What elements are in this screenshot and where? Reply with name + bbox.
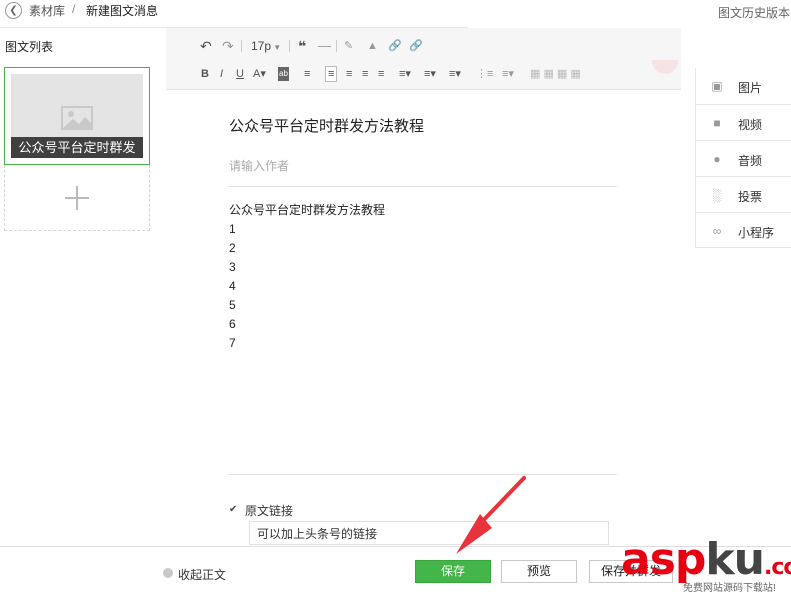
- body-line: 6: [229, 317, 236, 331]
- poll-icon: ░: [712, 188, 722, 202]
- insert-image-item[interactable]: ▣ 图片: [696, 68, 791, 104]
- aspku-watermark: aspku.com 免费网站源码下载站!: [621, 537, 791, 595]
- history-version-link[interactable]: 图文历史版本: [718, 4, 790, 21]
- insert-mini-program-item[interactable]: ∞ 小程序: [696, 212, 791, 248]
- back-button[interactable]: ❮: [5, 2, 22, 19]
- editor-window: { "breadcrumb": { "back_icon": "chevron-…: [0, 0, 791, 595]
- indent-icon[interactable]: ≡: [304, 67, 310, 81]
- bold-icon[interactable]: B: [201, 67, 209, 81]
- toolbar-divider: [289, 40, 290, 52]
- breadcrumb-separator: /: [72, 2, 76, 16]
- body-line: 4: [229, 279, 236, 293]
- body-line: 7: [229, 336, 236, 350]
- chevron-left-icon: ❮: [9, 5, 18, 16]
- collapse-icon[interactable]: [163, 568, 173, 578]
- line-height-icon[interactable]: ≡▾: [399, 67, 411, 81]
- insert-poll-item[interactable]: ░ 投票: [696, 176, 791, 212]
- image-icon: ▣: [711, 79, 723, 93]
- body-line: 2: [229, 241, 236, 255]
- undo-icon[interactable]: ↶: [200, 39, 212, 53]
- microphone-icon: ●: [713, 152, 721, 166]
- content-divider: [228, 474, 617, 475]
- background-color-icon[interactable]: ab: [278, 67, 289, 81]
- mini-program-icon: ∞: [712, 224, 722, 238]
- align-right-icon[interactable]: ≡: [362, 67, 368, 81]
- add-article-button[interactable]: [4, 165, 150, 231]
- body-line: 5: [229, 298, 236, 312]
- body-line: 公众号平台定时群发方法教程: [229, 203, 386, 217]
- body-line: 1: [229, 222, 236, 236]
- original-link-label: 原文链接: [245, 504, 294, 518]
- blockquote-icon[interactable]: ❝: [298, 39, 306, 53]
- breadcrumb-root[interactable]: 素材库: [29, 2, 65, 19]
- paragraph-spacing-icon[interactable]: ≡▾: [424, 67, 436, 81]
- insert-item-label: 投票: [738, 190, 763, 204]
- original-link-input[interactable]: [249, 521, 609, 545]
- font-size-dropdown[interactable]: 17p ▼: [251, 39, 281, 53]
- link-icon[interactable]: 🔗: [388, 39, 402, 53]
- underline-icon[interactable]: U: [236, 67, 244, 81]
- article-body[interactable]: 公众号平台定时群发方法教程 1 2 3 4 5 6 7: [229, 201, 385, 353]
- plus-icon: [65, 185, 89, 210]
- field-divider: [228, 186, 617, 187]
- justify-icon[interactable]: ≡: [378, 67, 384, 81]
- insert-video-item[interactable]: ■ 视频: [696, 104, 791, 140]
- format-painter-icon[interactable]: ✎: [344, 39, 353, 53]
- align-left-icon[interactable]: ≡: [325, 66, 338, 82]
- insert-item-label: 小程序: [738, 226, 775, 240]
- table-icon[interactable]: ▦ ▦ ▦ ▦: [530, 67, 581, 81]
- clear-format-icon[interactable]: ▲: [367, 39, 378, 53]
- insert-media-panel: ▣ 图片 ■ 视频 ● 音频 ░ 投票 ∞ 小程序: [695, 68, 791, 248]
- red-arrow-annotation: [456, 476, 526, 554]
- toolbar-divider: [241, 40, 242, 52]
- body-line: 3: [229, 260, 236, 274]
- italic-icon[interactable]: I: [220, 67, 223, 81]
- ordered-list-icon[interactable]: ⋮≡: [476, 67, 493, 81]
- insert-item-label: 视频: [738, 118, 763, 132]
- unordered-list-icon[interactable]: ≡▾: [502, 67, 514, 81]
- video-icon: ■: [713, 116, 721, 130]
- collapse-body-link[interactable]: 收起正文: [178, 566, 226, 583]
- insert-audio-item[interactable]: ● 音频: [696, 140, 791, 176]
- article-card[interactable]: 公众号平台定时群发: [4, 67, 150, 165]
- article-card-title: 公众号平台定时群发: [11, 137, 143, 158]
- insert-item-label: 图片: [738, 81, 763, 95]
- insert-item-label: 音频: [738, 154, 763, 168]
- toolbar-divider: [336, 40, 337, 52]
- article-list-title: 图文列表: [5, 40, 54, 54]
- horizontal-rule-icon[interactable]: —: [318, 39, 331, 53]
- article-title[interactable]: 公众号平台定时群发方法教程: [229, 115, 424, 136]
- author-input[interactable]: [229, 156, 617, 176]
- redo-icon[interactable]: ↷: [222, 39, 234, 53]
- unlink-icon[interactable]: 🔗: [409, 39, 423, 53]
- image-placeholder-icon: [61, 106, 93, 130]
- watermark-tagline: 免费网站源码下载站!: [683, 583, 776, 594]
- align-center-icon[interactable]: ≡: [346, 67, 352, 81]
- cover-image: 公众号平台定时群发: [11, 74, 143, 158]
- font-size-value: 17p: [251, 39, 272, 53]
- breadcrumb-current: 新建图文消息: [86, 4, 159, 18]
- letter-spacing-icon[interactable]: ≡▾: [449, 67, 461, 81]
- original-link-checkbox[interactable]: ✔: [229, 504, 240, 515]
- font-color-icon[interactable]: A▾: [253, 67, 266, 81]
